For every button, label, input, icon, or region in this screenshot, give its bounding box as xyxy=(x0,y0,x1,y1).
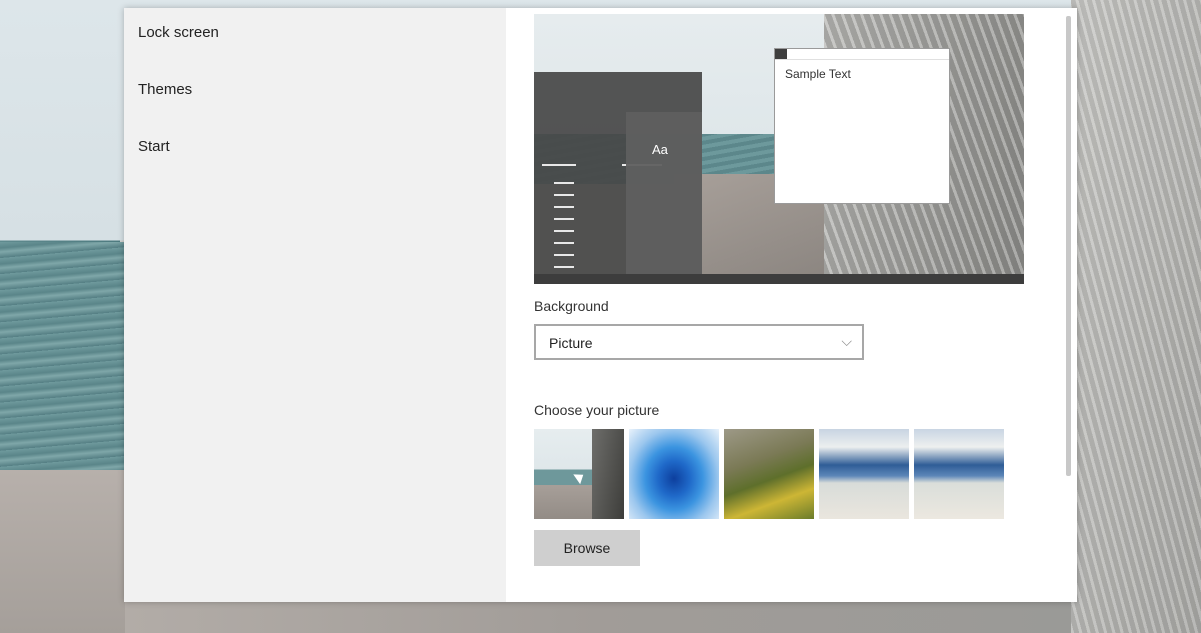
preview-menu-line xyxy=(554,242,574,244)
background-dropdown-value: Picture xyxy=(549,335,593,351)
picture-thumbnail-3[interactable] xyxy=(724,429,814,519)
preview-menu-line xyxy=(554,266,574,268)
preview-menu-line xyxy=(542,164,576,166)
background-settings-content: Aa Sample Text Background Picture ⌵ Choo… xyxy=(506,8,1077,602)
wallpaper-rock xyxy=(1071,0,1201,633)
nav-item-lock-screen[interactable]: Lock screen xyxy=(138,24,219,41)
nav-item-start[interactable]: Start xyxy=(138,138,170,155)
picture-thumbnail-2[interactable] xyxy=(629,429,719,519)
settings-nav: Lock screen Themes Start xyxy=(124,8,506,602)
preview-menu-line xyxy=(554,182,574,184)
background-dropdown[interactable]: Picture ⌵ xyxy=(534,324,864,360)
preview-tile: Aa xyxy=(626,112,702,280)
wallpaper-sea xyxy=(0,242,125,477)
preview-menu-line xyxy=(554,206,574,208)
preview-window-titlebar xyxy=(775,49,949,60)
settings-window: Lock screen Themes Start Aa Sample Text … xyxy=(124,8,1077,602)
preview-taskbar xyxy=(534,274,1024,284)
preview-menu-line xyxy=(554,254,574,256)
preview-tile-text: Aa xyxy=(652,142,668,157)
preview-sample-text: Sample Text xyxy=(785,67,851,81)
content-scrollbar[interactable] xyxy=(1066,16,1071,476)
choose-picture-label: Choose your picture xyxy=(534,402,660,418)
preview-window-icon xyxy=(775,49,787,59)
picture-thumbnail-4[interactable] xyxy=(819,429,909,519)
chevron-down-icon: ⌵ xyxy=(841,333,852,349)
browse-button[interactable]: Browse xyxy=(534,530,640,566)
preview-menu-line xyxy=(554,218,574,220)
picture-thumbnail-1[interactable] xyxy=(534,429,624,519)
picture-thumbnails xyxy=(534,429,1009,519)
preview-menu-line xyxy=(554,230,574,232)
mouse-cursor-icon xyxy=(573,469,587,485)
picture-thumbnail-5[interactable] xyxy=(914,429,1004,519)
thumbnail-rock xyxy=(592,429,624,519)
preview-menu-line xyxy=(554,194,574,196)
wallpaper-ground xyxy=(0,470,130,633)
nav-item-themes[interactable]: Themes xyxy=(138,81,192,98)
wallpaper-path xyxy=(125,600,1071,633)
desktop-preview: Aa Sample Text xyxy=(534,14,1024,284)
background-label: Background xyxy=(534,298,609,314)
preview-window: Sample Text xyxy=(774,48,950,204)
